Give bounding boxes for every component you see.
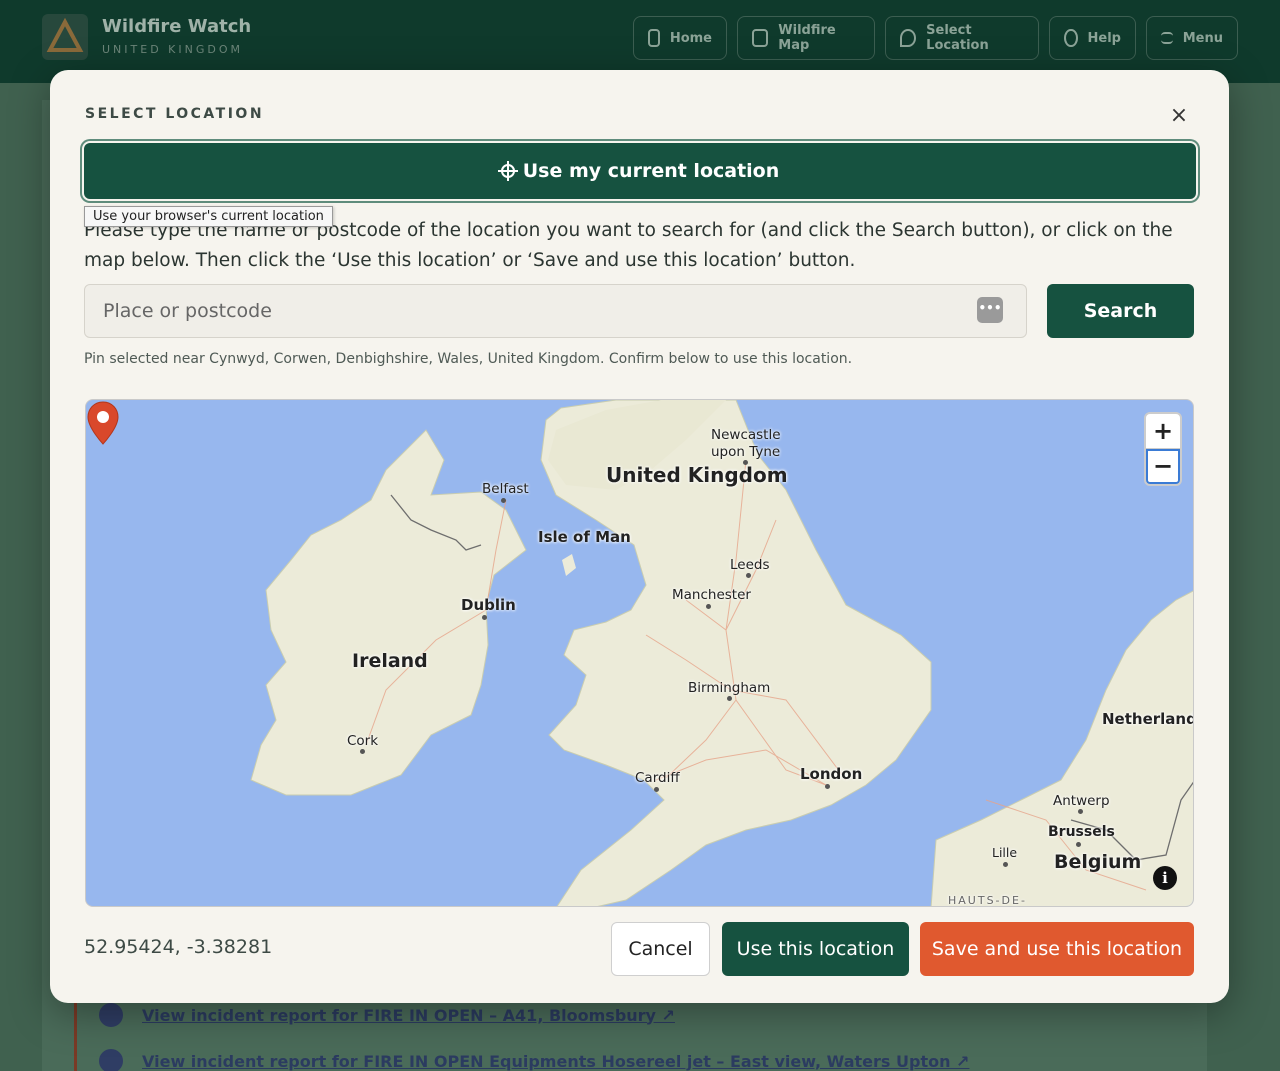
use-current-location-button[interactable]: Use my current location: [84, 143, 1196, 199]
map-label-united-kingdom: United Kingdom: [606, 463, 788, 487]
city-dot: [360, 749, 365, 754]
search-button[interactable]: Search: [1047, 284, 1194, 338]
nav-wildfire-map-label: Wildfire Map: [778, 23, 836, 53]
location-map[interactable]: United Kingdom Ireland Isle of Man Belgi…: [85, 399, 1194, 907]
timeline-line: [74, 1000, 77, 1071]
map-label-birmingham: Birmingham: [688, 680, 771, 696]
city-dot: [1076, 842, 1081, 847]
map-label-london: London: [800, 765, 863, 783]
info-icon[interactable]: i: [1153, 866, 1177, 890]
incident-link[interactable]: View incident report for FIRE IN OPEN Eq…: [142, 1052, 969, 1071]
map-label-cork: Cork: [347, 733, 379, 749]
map-icon: [752, 29, 769, 47]
city-dot: [654, 787, 659, 792]
nav-menu[interactable]: Menu: [1146, 16, 1238, 60]
nav-home-label: Home: [669, 30, 712, 46]
city-dot: [727, 696, 732, 701]
map-label-isle-of-man: Isle of Man: [538, 528, 631, 546]
map-label-ireland: Ireland: [352, 650, 428, 672]
nav-help[interactable]: Help: [1049, 16, 1136, 60]
location-pin-icon: [900, 29, 917, 47]
location-pin-icon[interactable]: [86, 400, 120, 446]
close-icon[interactable]: ×: [1167, 104, 1191, 128]
city-dot: [743, 460, 748, 465]
city-dot: [1003, 862, 1008, 867]
nav-help-label: Help: [1087, 30, 1121, 46]
city-dot: [501, 498, 506, 503]
nav-home[interactable]: Home: [633, 16, 727, 60]
city-dot: [1078, 809, 1083, 814]
map-label-antwerp: Antwerp: [1053, 793, 1110, 809]
modal-title: SELECT LOCATION: [85, 106, 265, 122]
city-dot: [706, 604, 711, 609]
map-label-manchester: Manchester: [672, 587, 751, 603]
select-location-modal: SELECT LOCATION × Use my current locatio…: [50, 70, 1229, 1003]
incident-item[interactable]: View incident report for FIRE IN OPEN – …: [96, 1000, 675, 1030]
password-manager-icon[interactable]: •••: [977, 297, 1003, 323]
save-and-use-location-button[interactable]: Save and use this location: [920, 922, 1194, 976]
city-dot: [825, 784, 830, 789]
map-label-belfast: Belfast: [482, 481, 529, 497]
incident-link[interactable]: View incident report for FIRE IN OPEN – …: [142, 1006, 675, 1025]
hamburger-icon: [1161, 32, 1173, 44]
map-label-lille: Lille: [992, 845, 1018, 860]
help-icon: [1064, 29, 1078, 47]
use-current-location-label: Use my current location: [522, 160, 780, 182]
map-label-belgium: Belgium: [1054, 851, 1142, 873]
nav-menu-label: Menu: [1182, 30, 1223, 46]
zoom-out-button[interactable]: −: [1146, 449, 1180, 484]
incident-marker-icon: [96, 1000, 126, 1030]
map-label-newcastle: Newcastle upon Tyne: [711, 427, 781, 460]
home-icon: [648, 29, 660, 47]
map-label-brussels: Brussels: [1048, 824, 1115, 840]
logo[interactable]: [42, 14, 88, 60]
map-label-netherlands: Netherlands: [1102, 710, 1193, 728]
cancel-button[interactable]: Cancel: [611, 922, 710, 976]
map-label-cardiff: Cardiff: [635, 770, 680, 786]
map-label-leeds: Leeds: [730, 557, 770, 573]
use-this-location-button[interactable]: Use this location: [722, 922, 909, 976]
city-dot: [746, 573, 751, 578]
pin-status-message: Pin selected near Cynwyd, Corwen, Denbig…: [84, 351, 853, 367]
search-input[interactable]: [84, 284, 1027, 338]
coordinates-readout: 52.95424, -3.38281: [84, 936, 273, 958]
brand-subtitle: UNITED KINGDOM: [102, 43, 243, 56]
nav-wildfire-map[interactable]: Wildfire Map: [737, 16, 875, 60]
incident-item[interactable]: View incident report for FIRE IN OPEN Eq…: [96, 1046, 969, 1071]
nav-select-location[interactable]: Select Location: [885, 16, 1039, 60]
crosshair-icon: [497, 161, 518, 181]
zoom-in-button[interactable]: +: [1146, 414, 1180, 449]
map-label-dublin: Dublin: [461, 596, 516, 614]
incident-marker-icon: [96, 1046, 126, 1071]
brand-title[interactable]: Wildfire Watch: [102, 16, 251, 37]
city-dot: [482, 615, 487, 620]
browser-tooltip: Use your browser's current location: [84, 206, 333, 227]
zoom-control: + −: [1144, 412, 1182, 486]
triangle-logo-icon: [46, 17, 84, 52]
nav-select-location-label: Select Location: [926, 23, 989, 53]
map-label-hauts-de-france: HAUTS-DE-: [948, 894, 1027, 907]
